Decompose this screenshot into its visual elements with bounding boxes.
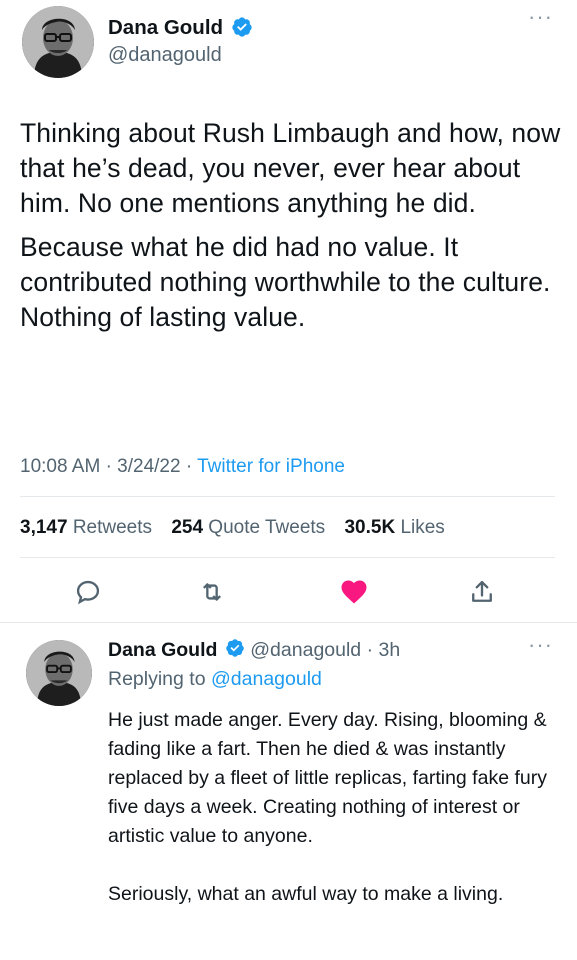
share-icon[interactable] — [466, 576, 498, 608]
tweet-time[interactable]: 10:08 AM — [20, 456, 100, 477]
retweet-icon[interactable] — [196, 576, 228, 608]
author-name[interactable]: Dana Gould — [108, 16, 223, 39]
reply-paragraph: He just made anger. Every day. Rising, b… — [108, 709, 547, 847]
quote-tweets-stat[interactable]: 254 Quote Tweets — [171, 517, 325, 538]
verified-badge-icon — [231, 16, 253, 43]
tweet-metadata: 10:08 AM · 3/24/22 · Twitter for iPhone — [20, 456, 345, 478]
reply-text: He just made anger. Every day. Rising, b… — [108, 706, 560, 938]
heart-icon[interactable] — [338, 576, 370, 608]
divider — [0, 622, 577, 623]
reply-author-name[interactable]: Dana Gould — [108, 639, 217, 661]
tweet-paragraph: Because what he did had no value. It con… — [20, 232, 551, 332]
tweet-date[interactable]: 3/24/22 — [117, 456, 180, 477]
tweet-stats: 3,147 Retweets 254 Quote Tweets 30.5K Li… — [20, 517, 459, 539]
tweet-actions — [0, 576, 577, 608]
divider — [20, 496, 555, 497]
reply-avatar[interactable] — [26, 640, 92, 706]
reply-timestamp[interactable]: 3h — [379, 639, 401, 661]
replying-to: Replying to @danagould — [108, 668, 322, 691]
verified-badge-icon — [225, 638, 245, 664]
author-handle[interactable]: @danagould — [108, 44, 222, 67]
replying-to-mention[interactable]: @danagould — [211, 668, 322, 690]
header-separator: · — [366, 639, 374, 662]
replying-to-label: Replying to — [108, 668, 206, 690]
tweet-source[interactable]: Twitter for iPhone — [197, 456, 345, 477]
reply-author-handle[interactable]: @danagould — [250, 639, 361, 661]
reply-more-options-icon[interactable]: ··· — [528, 634, 553, 656]
tweet-paragraph: Thinking about Rush Limbaugh and how, no… — [20, 118, 561, 218]
tweet-text: Thinking about Rush Limbaugh and how, no… — [20, 116, 565, 344]
reply-paragraph: Seriously, what an awful way to make a l… — [108, 883, 504, 905]
divider — [20, 557, 555, 558]
more-options-icon[interactable]: ··· — [528, 6, 553, 28]
avatar[interactable] — [22, 6, 94, 78]
retweets-stat[interactable]: 3,147 Retweets — [20, 517, 152, 538]
reply-header: Dana Gould @danagould · 3h — [108, 638, 400, 664]
likes-stat[interactable]: 30.5K Likes — [344, 517, 444, 538]
reply-icon[interactable] — [72, 576, 104, 608]
meta-separator: · — [105, 456, 118, 477]
meta-separator: · — [185, 456, 198, 477]
